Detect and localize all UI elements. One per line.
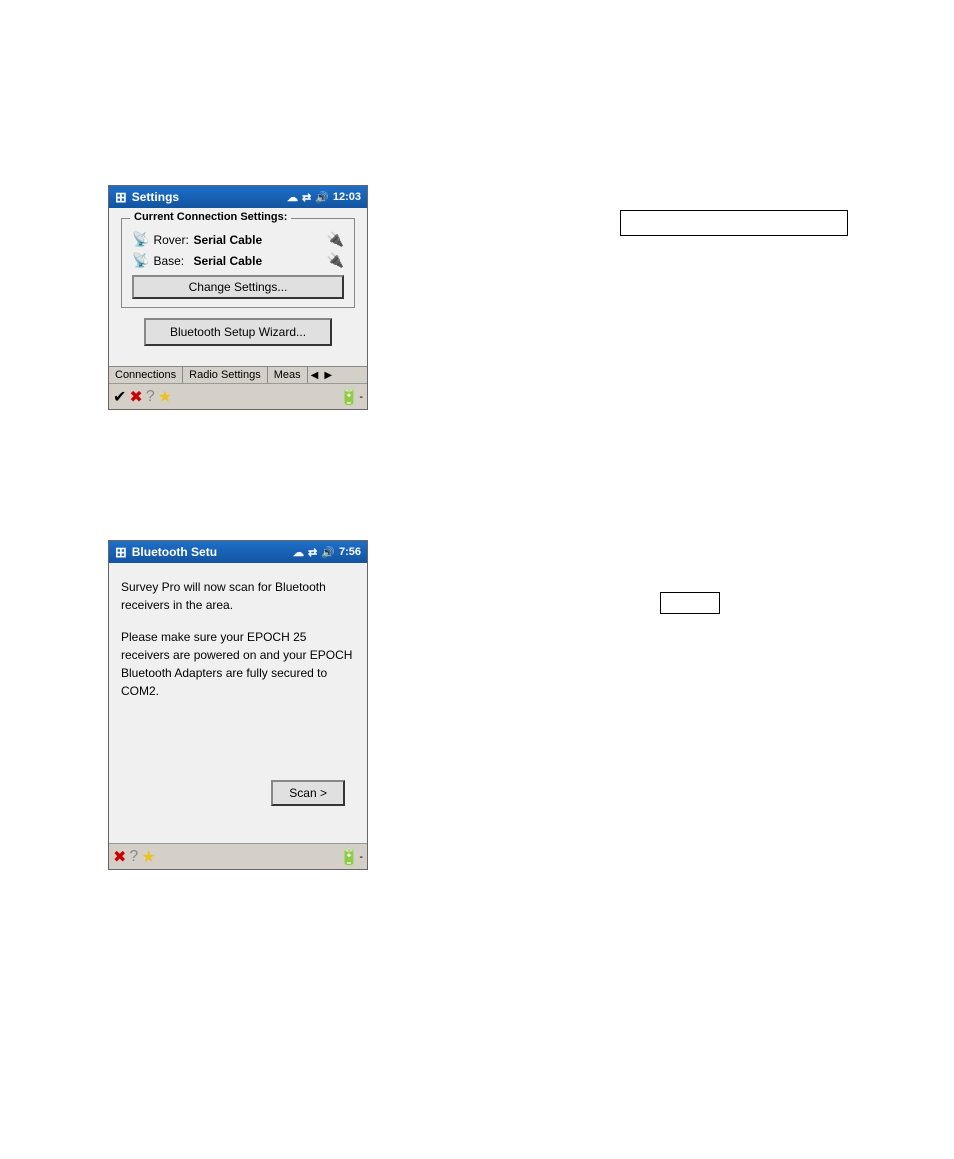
annotation-box-1	[620, 210, 848, 236]
bt-network-icon: ⇄	[308, 546, 317, 559]
tab-bar: Connections Radio Settings Meas ◀ ▶	[109, 366, 367, 383]
bt-cancel-icon[interactable]: ✖	[113, 847, 126, 867]
base-plug-icon: 🔌	[327, 252, 344, 269]
settings-body: Current Connection Settings: 📡 Rover: Se…	[109, 208, 367, 366]
rover-plug-icon: 🔌	[327, 231, 344, 248]
titlebar-status-icons: ☁ ⇄ 🔊 12:03	[287, 191, 361, 204]
settings-window: ⊞ Settings ☁ ⇄ 🔊 12:03 Current Connectio…	[108, 185, 368, 410]
tab-connections[interactable]: Connections	[109, 367, 183, 383]
cancel-icon[interactable]: ✖	[129, 387, 142, 407]
bluetooth-toolbar: ✖ ? ★ 🔋 -	[109, 843, 367, 869]
base-row: 📡 Base: Serial Cable 🔌	[132, 252, 344, 269]
bt-help-icon[interactable]: ?	[129, 848, 138, 866]
bluetooth-text1: Survey Pro will now scan for Bluetooth r…	[121, 578, 355, 614]
rover-value: Serial Cable	[193, 233, 326, 247]
bluetooth-body: Survey Pro will now scan for Bluetooth r…	[109, 563, 367, 843]
settings-toolbar: ✔ ✖ ? ★ 🔋 -	[109, 383, 367, 409]
bt-windows-icon: ⊞	[115, 544, 127, 561]
cloud-icon: ☁	[287, 191, 298, 204]
scan-row: Scan >	[121, 780, 355, 806]
clock: 12:03	[333, 191, 361, 203]
bt-cloud-icon: ☁	[293, 546, 304, 559]
battery-icon: 🔋	[339, 387, 359, 407]
windows-icon: ⊞	[115, 189, 127, 206]
scan-button[interactable]: Scan >	[271, 780, 345, 806]
bluetooth-window: ⊞ Bluetooth Setu ☁ ⇄ 🔊 7:56 Survey Pro w…	[108, 540, 368, 870]
base-icon: 📡	[132, 252, 149, 269]
change-settings-button[interactable]: Change Settings...	[132, 275, 344, 299]
battery-level: -	[359, 391, 363, 403]
network-icon: ⇄	[302, 191, 311, 204]
bt-star-icon[interactable]: ★	[141, 847, 155, 867]
settings-titlebar: ⊞ Settings ☁ ⇄ 🔊 12:03	[109, 186, 367, 208]
bluetooth-text2: Please make sure your EPOCH 25 receivers…	[121, 628, 355, 700]
connection-group-label: Current Connection Settings:	[130, 211, 291, 223]
help-icon[interactable]: ?	[146, 388, 155, 406]
annotation-box-2	[660, 592, 720, 614]
settings-title: Settings	[132, 190, 287, 204]
base-value: Serial Cable	[193, 254, 326, 268]
bluetooth-wizard-button[interactable]: Bluetooth Setup Wizard...	[144, 318, 331, 346]
bt-volume-icon: 🔊	[321, 546, 335, 559]
rover-row: 📡 Rover: Serial Cable 🔌	[132, 231, 344, 248]
bluetooth-titlebar: ⊞ Bluetooth Setu ☁ ⇄ 🔊 7:56	[109, 541, 367, 563]
star-icon[interactable]: ★	[158, 387, 172, 407]
bluetooth-title: Bluetooth Setu	[132, 545, 293, 559]
bt-battery-icon: 🔋	[339, 847, 359, 867]
volume-icon: 🔊	[315, 191, 329, 204]
tab-meas[interactable]: Meas	[268, 367, 308, 383]
rover-label: Rover:	[153, 233, 193, 247]
tab-next-button[interactable]: ▶	[321, 369, 335, 382]
base-label: Base:	[153, 254, 193, 268]
ok-icon[interactable]: ✔	[113, 387, 126, 407]
rover-icon: 📡	[132, 231, 149, 248]
bt-titlebar-status-icons: ☁ ⇄ 🔊 7:56	[293, 546, 361, 559]
tab-radio-settings[interactable]: Radio Settings	[183, 367, 268, 383]
tab-prev-button[interactable]: ◀	[308, 369, 322, 382]
connection-group: Current Connection Settings: 📡 Rover: Se…	[121, 218, 355, 308]
bt-clock: 7:56	[339, 546, 361, 558]
bt-battery-level: -	[359, 851, 363, 863]
